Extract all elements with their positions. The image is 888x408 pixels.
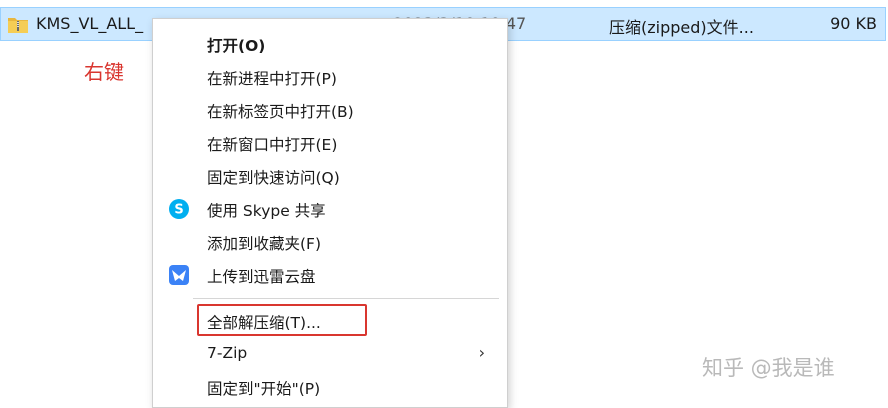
menu-item-label: 7-Zip: [207, 344, 248, 362]
menu-item-label: 固定到"开始"(P): [207, 380, 321, 398]
menu-item-label: 上传到迅雷云盘: [207, 268, 316, 286]
menu-item-label: 在新窗口中打开(E): [207, 136, 338, 154]
menu-item-label: 固定到快速访问(Q): [207, 169, 340, 187]
menu-item-7zip[interactable]: 7-Zip ›: [153, 338, 507, 370]
chevron-right-icon: ›: [478, 343, 485, 362]
file-size: 90 KB: [830, 14, 877, 33]
menu-item-label: 使用 Skype 共享: [207, 202, 326, 220]
extract-all-highlight-box: [197, 304, 367, 336]
zhihu-watermark: 知乎 @我是谁: [702, 356, 835, 380]
skype-icon: S: [169, 199, 189, 219]
menu-item-open[interactable]: 打开(O): [153, 28, 507, 60]
menu-item-label: 添加到收藏夹(F): [207, 235, 322, 253]
svg-text:S: S: [174, 203, 183, 218]
menu-item-add-favorites[interactable]: 添加到收藏夹(F): [153, 226, 507, 258]
menu-item-upload-xunlei[interactable]: 上传到迅雷云盘: [153, 259, 507, 291]
menu-item-open-new-tab[interactable]: 在新标签页中打开(B): [153, 94, 507, 126]
zip-folder-icon: [8, 18, 28, 33]
menu-item-open-new-window[interactable]: 在新窗口中打开(E): [153, 127, 507, 159]
menu-separator: [193, 298, 499, 299]
menu-item-pin-start[interactable]: 固定到"开始"(P): [153, 371, 507, 403]
file-name: KMS_VL_ALL_: [36, 14, 144, 33]
menu-item-label: 在新进程中打开(P): [207, 70, 337, 88]
right-click-annotation: 右键: [84, 60, 124, 84]
xunlei-icon: [169, 265, 189, 285]
menu-item-open-new-process[interactable]: 在新进程中打开(P): [153, 61, 507, 93]
context-menu: 打开(O) 在新进程中打开(P) 在新标签页中打开(B) 在新窗口中打开(E) …: [152, 18, 508, 408]
menu-item-pin-quick-access[interactable]: 固定到快速访问(Q): [153, 160, 507, 192]
menu-item-label: 打开(O): [207, 37, 266, 55]
menu-item-label: 在新标签页中打开(B): [207, 103, 354, 121]
file-type: 压缩(zipped)文件...: [609, 18, 754, 37]
menu-item-share-skype[interactable]: S 使用 Skype 共享: [153, 193, 507, 225]
